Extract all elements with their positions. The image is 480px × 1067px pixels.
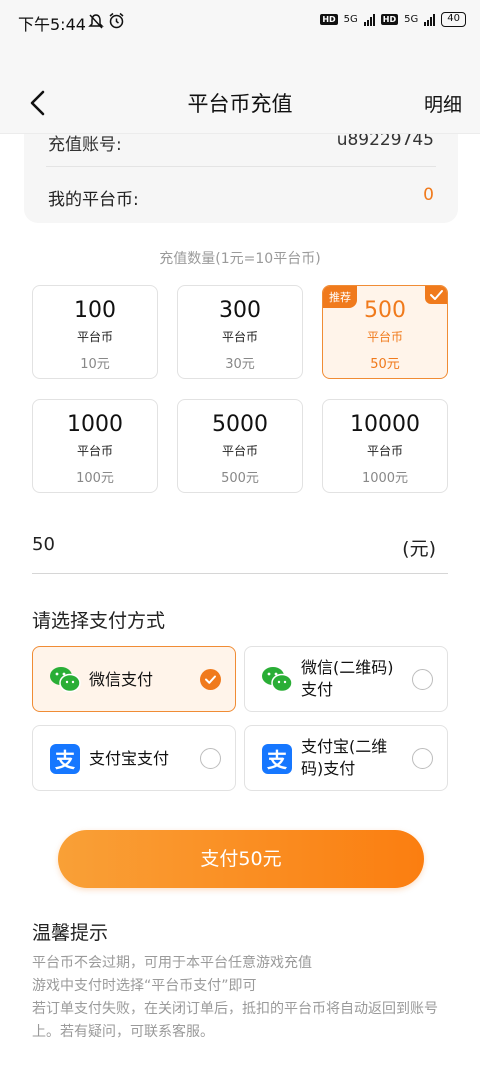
account-card: 充值账号: u89229745 我的平台币: 0 [24, 134, 458, 223]
package-price: 100元 [76, 471, 114, 486]
package-amount: 10000 [350, 412, 420, 437]
package-option[interactable]: 1000 平台币 100元 [32, 399, 158, 493]
tip-line: 若订单支付失败，在关闭订单后，抵扣的平台币将自动返回到账号上。若有疑问，可联系客… [32, 1001, 438, 1040]
svg-text:支: 支 [55, 748, 76, 772]
detail-button[interactable]: 明细 [424, 90, 462, 117]
package-unit: 平台币 [76, 330, 113, 344]
check-icon [425, 286, 447, 304]
radio-icon [412, 669, 433, 690]
radio-checked-icon [200, 669, 221, 690]
package-price: 1000元 [361, 471, 409, 486]
page-title: 平台币充值 [187, 92, 293, 116]
amount-unit: (元) [402, 538, 436, 560]
signal-icon [424, 13, 436, 26]
recharge-hint: 充值数量(1元=10平台币) [159, 251, 321, 267]
package-price: 10元 [80, 357, 110, 372]
mute-bell-icon [88, 14, 104, 29]
package-price: 500元 [221, 471, 259, 486]
pay-option-label: 支付宝支付 [89, 749, 170, 768]
status-time: 下午5:44 [18, 15, 86, 34]
status-icons: HD 5G HD 5G 40 [320, 12, 466, 27]
pay-option-wechat-qr[interactable]: 微信(二维码) 支付 [244, 646, 448, 712]
pay-option-label: 支付宝(二维 码)支付 [301, 737, 388, 778]
package-price: 50元 [370, 357, 400, 372]
pay-option-label: 微信支付 [89, 670, 154, 689]
package-option[interactable]: 100 平台币 10元 [32, 285, 158, 379]
payment-section-title: 请选择支付方式 [32, 610, 166, 632]
package-unit: 平台币 [366, 444, 403, 458]
account-label: 充值账号: [48, 135, 122, 155]
recommend-badge: 推荐 [323, 286, 357, 308]
balance-row: 我的平台币: 0 [48, 185, 434, 210]
package-amount: 300 [219, 298, 261, 323]
package-amount: 5000 [212, 412, 268, 437]
alarm-icon [109, 12, 124, 29]
pay-option-alipay-qr[interactable]: 支 支付宝(二维 码)支付 [244, 725, 448, 791]
package-option[interactable]: 5000 平台币 500元 [177, 399, 303, 493]
radio-icon [412, 748, 433, 769]
pay-option-alipay[interactable]: 支 支付宝支付 [32, 725, 236, 791]
package-amount: 100 [74, 298, 116, 323]
package-unit: 平台币 [76, 444, 113, 458]
package-amount: 1000 [67, 412, 123, 437]
account-value: u89229745 [336, 134, 434, 150]
package-unit: 平台币 [221, 444, 258, 458]
network-type: 5G [404, 14, 419, 25]
network-type: 5G [343, 14, 358, 25]
wechat-icon [50, 667, 81, 693]
tips-body: 平台币不会过期，可用于本平台任意游戏充值 游戏中支付时选择“平台币支付”即可 若… [32, 952, 456, 1044]
nav-bar: 平台币充值 明细 [0, 44, 480, 134]
pay-option-wechat[interactable]: 微信支付 [32, 646, 236, 712]
status-bar: 下午5:44 HD 5G HD 5G 40 [0, 0, 480, 44]
package-unit: 平台币 [366, 330, 403, 344]
amount-value[interactable]: 50 [32, 534, 55, 555]
svg-text:支: 支 [267, 748, 288, 772]
alipay-icon: 支 [50, 744, 80, 774]
alipay-icon: 支 [262, 744, 292, 774]
pay-button[interactable]: 支付50元 [58, 830, 424, 888]
package-unit: 平台币 [221, 330, 258, 344]
amount-input[interactable]: 50 (元) [32, 530, 448, 574]
tips-title: 温馨提示 [32, 922, 109, 944]
package-option-selected[interactable]: 推荐 500 平台币 50元 [322, 285, 448, 379]
balance-label: 我的平台币: [48, 190, 139, 210]
radio-icon [200, 748, 221, 769]
tip-line: 游戏中支付时选择“平台币支付”即可 [32, 978, 257, 994]
package-option[interactable]: 300 平台币 30元 [177, 285, 303, 379]
package-price: 30元 [225, 357, 255, 372]
wechat-icon [262, 667, 293, 693]
tip-line: 平台币不会过期，可用于本平台任意游戏充值 [32, 955, 312, 971]
balance-value: 0 [423, 185, 434, 205]
divider [46, 166, 436, 167]
hd-badge: HD [320, 14, 338, 25]
pay-option-label: 微信(二维码) 支付 [301, 658, 394, 699]
package-option[interactable]: 10000 平台币 1000元 [322, 399, 448, 493]
account-row: 充值账号: u89229745 [48, 134, 434, 166]
signal-icon [363, 13, 375, 26]
battery-icon: 40 [441, 12, 466, 27]
hd-badge: HD [380, 14, 399, 25]
